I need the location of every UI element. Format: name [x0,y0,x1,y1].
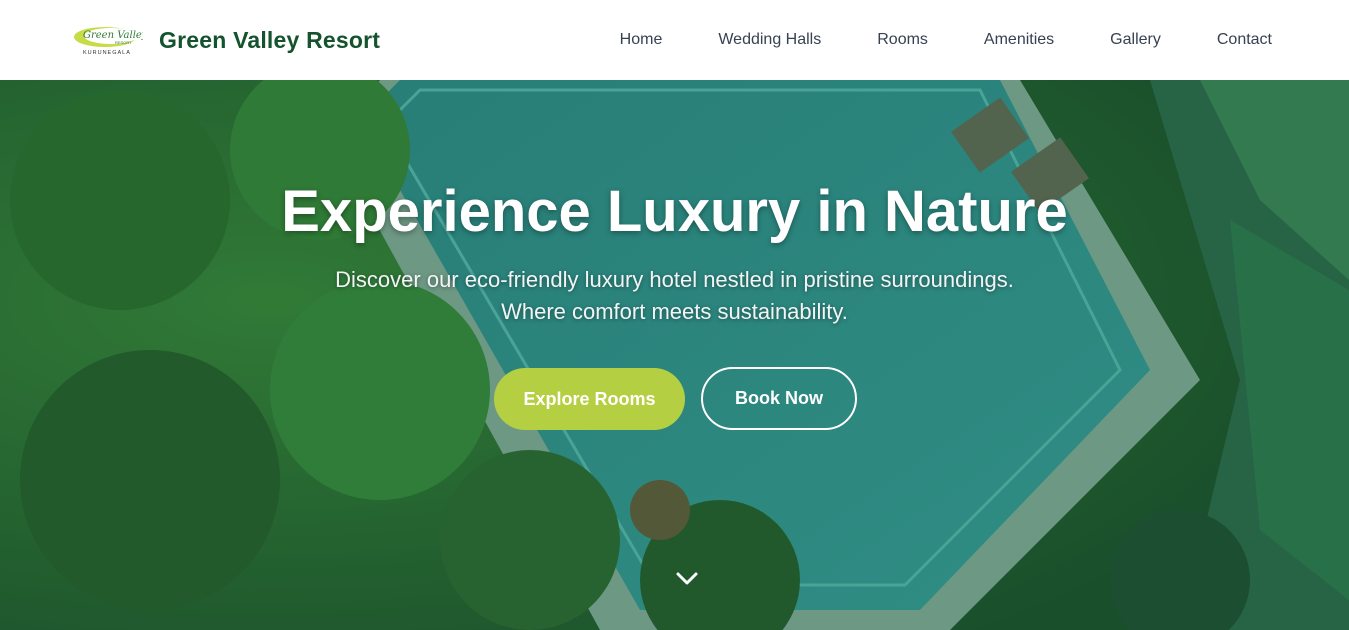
chevron-down-icon[interactable] [675,570,699,588]
svg-text:KURUNEGALA: KURUNEGALA [83,50,131,56]
hero-subtitle-line-2: Where comfort meets sustainability. [501,299,848,324]
svg-text:RESORT: RESORT [115,40,132,45]
nav-gallery[interactable]: Gallery [1110,31,1161,49]
nav-home[interactable]: Home [620,31,663,49]
nav-amenities[interactable]: Amenities [984,31,1054,49]
resort-logo[interactable]: Green Valley RESORT KURUNEGALA [71,23,148,57]
site-header: Green Valley RESORT KURUNEGALA Green Val… [0,0,1349,80]
svg-text:Green Valley: Green Valley [83,30,143,41]
hero-overlay [0,80,1349,630]
explore-rooms-button[interactable]: Explore Rooms [494,368,685,430]
hero-subtitle: Discover our eco-friendly luxury hotel n… [0,264,1349,328]
hero-subtitle-line-1: Discover our eco-friendly luxury hotel n… [335,267,1014,292]
main-nav: Home Wedding Halls Rooms Amenities Galle… [620,0,1272,80]
nav-rooms[interactable]: Rooms [877,31,928,49]
brand-name[interactable]: Green Valley Resort [159,27,380,54]
logo-emblem-icon: Green Valley RESORT KURUNEGALA [74,27,148,56]
book-now-button[interactable]: Book Now [701,367,857,430]
hero-title: Experience Luxury in Nature [281,179,1068,244]
nav-contact[interactable]: Contact [1217,31,1272,49]
hero-section: Experience Luxury in Nature Discover our… [0,80,1349,630]
nav-wedding-halls[interactable]: Wedding Halls [718,31,821,49]
